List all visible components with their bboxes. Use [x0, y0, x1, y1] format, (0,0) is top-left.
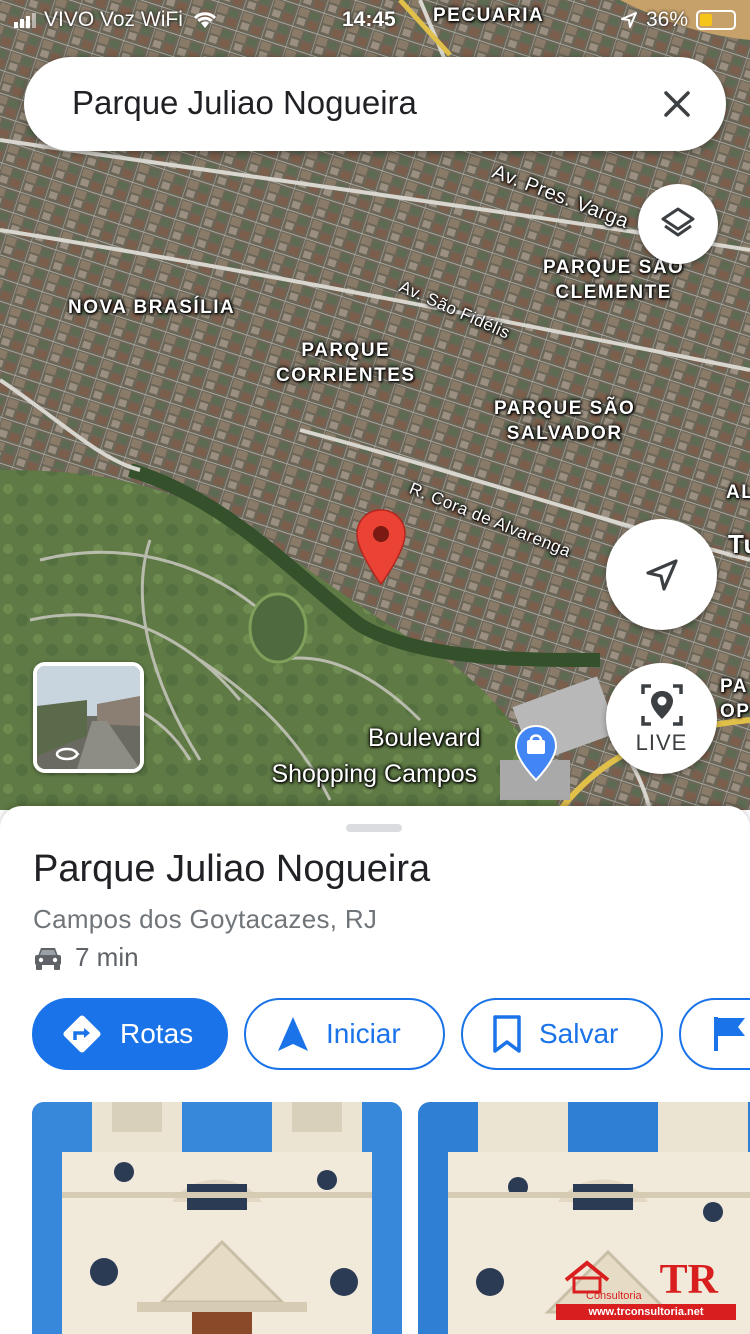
poi-label-boulevard-shopping[interactable]: Boulevard Shopping Campos — [268, 720, 480, 792]
map-view[interactable]: PECUARIA NOVA BRASÍLIA PARQUE CORRIENTES… — [0, 0, 750, 810]
save-button[interactable]: Salvar — [461, 998, 663, 1070]
sheet-drag-handle[interactable] — [346, 824, 402, 832]
carrier-name: VIVO Voz WiFi — [44, 8, 183, 31]
house-logo-icon — [564, 1260, 610, 1294]
layers-button[interactable] — [638, 184, 718, 264]
drive-time-row: 7 min — [33, 942, 139, 973]
watermark-brand: TR — [659, 1257, 718, 1303]
place-title: Parque Juliao Nogueira — [33, 848, 431, 890]
battery-icon — [696, 10, 736, 30]
search-query-text[interactable]: Parque Juliao Nogueira — [72, 84, 417, 122]
battery-percent: 36% — [645, 8, 688, 31]
directions-label: Rotas — [120, 1018, 194, 1049]
directions-button[interactable]: Rotas — [32, 998, 228, 1070]
save-label: Salvar — [539, 1018, 619, 1049]
place-details-sheet[interactable]: Parque Juliao Nogueira Campos dos Goytac… — [0, 806, 750, 1334]
close-icon[interactable] — [658, 85, 696, 123]
street-view-thumbnail[interactable] — [33, 662, 144, 773]
car-icon — [35, 947, 61, 970]
start-label: Iniciar — [326, 1018, 401, 1049]
district-label-parque-sao-salvador: PARQUE SÃO SALVADOR — [494, 398, 636, 444]
wifi-icon — [193, 12, 216, 28]
live-view-button[interactable]: LIVE — [606, 663, 717, 774]
search-bar[interactable]: Parque Juliao Nogueira — [24, 57, 726, 151]
church-facade-image — [32, 1102, 402, 1334]
navigation-arrow-icon — [278, 1017, 308, 1051]
live-view-icon — [640, 683, 683, 726]
shopping-bag-icon[interactable] — [514, 724, 558, 782]
flag-icon — [714, 1017, 745, 1051]
flag-button[interactable] — [679, 998, 750, 1070]
directions-icon — [63, 1015, 101, 1053]
watermark-logo: TR Consultoria www.trconsultoria.net — [556, 1257, 736, 1320]
live-label: LIVE — [635, 729, 688, 755]
street-view-image — [37, 666, 140, 769]
place-photo[interactable] — [32, 1102, 402, 1334]
status-bar: VIVO Voz WiFi 14:45 36% — [0, 0, 750, 40]
district-label-partial-al: AL — [726, 482, 750, 503]
drive-time: 7 min — [75, 942, 139, 972]
district-label-parque-sao-clemente: PARQUE SÃO CLEMENTE — [543, 257, 685, 303]
location-pin-icon[interactable] — [354, 508, 408, 586]
watermark-url: www.trconsultoria.net — [556, 1304, 736, 1320]
my-location-button[interactable] — [606, 519, 717, 630]
layers-icon — [661, 207, 695, 237]
watermark-small: Consultoria — [586, 1290, 642, 1302]
navigation-arrow-icon — [645, 558, 678, 591]
status-time: 14:45 — [342, 8, 396, 31]
cellular-signal-icon — [14, 12, 36, 28]
district-label-nova-brasilia: NOVA BRASÍLIA — [68, 297, 236, 318]
location-arrow-icon — [620, 12, 637, 28]
district-label-partial-tu: Tu — [728, 529, 750, 559]
district-label-partial-pa: PA OP — [720, 676, 750, 722]
bookmark-icon — [493, 1015, 521, 1053]
district-label-parque-corrientes: PARQUE CORRIENTES — [276, 340, 416, 386]
place-address: Campos dos Goytacazes, RJ — [33, 904, 378, 934]
start-navigation-button[interactable]: Iniciar — [244, 998, 445, 1070]
